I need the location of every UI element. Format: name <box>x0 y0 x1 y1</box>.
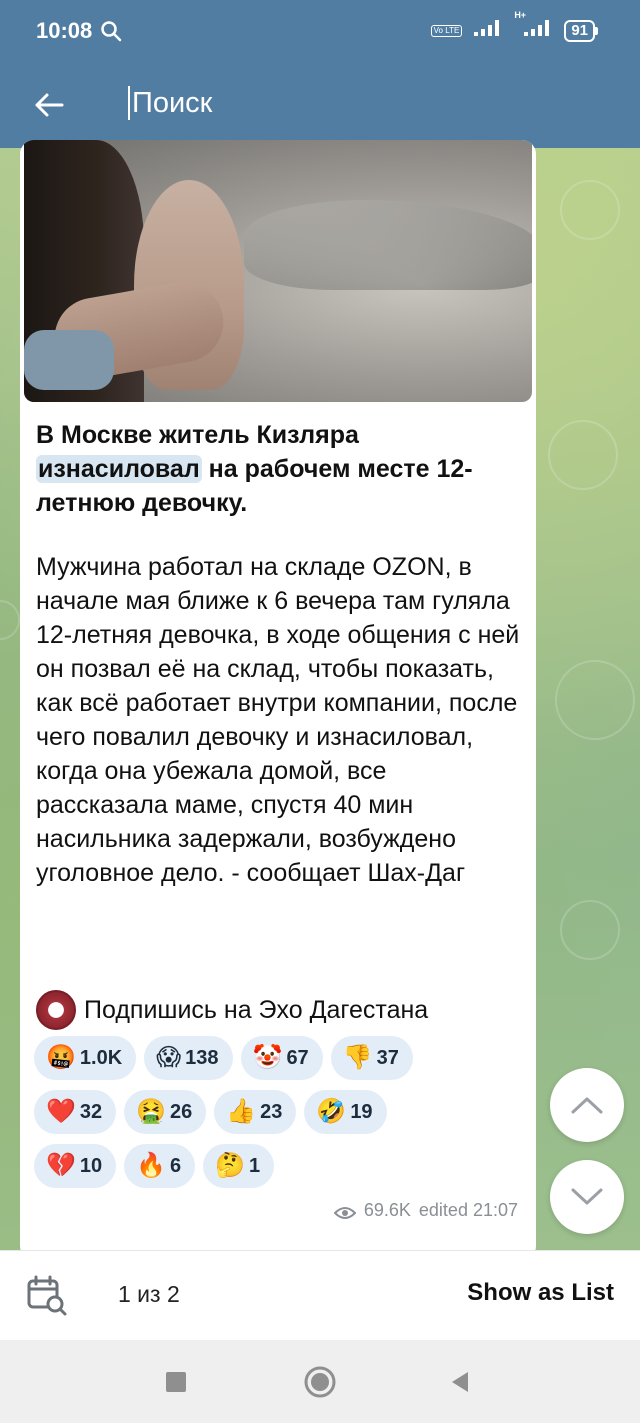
reaction-chip[interactable]: 🤮 26 <box>124 1090 207 1134</box>
message-photo[interactable] <box>24 140 532 402</box>
wallpaper-doodle <box>555 660 635 740</box>
home-button[interactable] <box>302 1364 338 1400</box>
system-navigation-bar <box>0 1340 640 1423</box>
heart-icon: ❤️ <box>46 1098 76 1125</box>
thinking-face-icon: 🤔 <box>215 1152 246 1179</box>
reaction-chip[interactable]: 👍 23 <box>214 1090 297 1134</box>
message-meta: 69.6K edited 21:07 <box>333 1200 518 1221</box>
scroll-up-button[interactable] <box>550 1068 624 1142</box>
edited-time: edited 21:07 <box>418 1200 518 1220</box>
calendar-search-icon <box>27 1275 67 1316</box>
message-body: Мужчина работал на складе OZON, в начале… <box>36 553 520 887</box>
reaction-chip[interactable]: 👎 37 <box>330 1036 413 1080</box>
battery-level: 91 <box>564 19 595 42</box>
broken-heart-icon: 💔 <box>46 1152 76 1179</box>
text-cursor <box>128 86 130 120</box>
reaction-count: 6 <box>170 1154 182 1177</box>
reaction-count: 26 <box>170 1100 193 1123</box>
subscribe-text[interactable]: Подпишись на Эхо Дагестана <box>84 996 428 1025</box>
wallpaper-doodle <box>560 180 620 240</box>
back-button[interactable] <box>24 80 74 130</box>
reaction-count: 37 <box>376 1046 399 1069</box>
scream-face-icon: 😱 <box>156 1044 182 1071</box>
rofl-face-icon: 🤣 <box>316 1098 347 1125</box>
reaction-count: 67 <box>286 1046 309 1069</box>
calendar-search-button[interactable] <box>24 1273 70 1319</box>
reaction-count: 1 <box>249 1154 261 1177</box>
reaction-chip[interactable]: ❤️ 32 <box>34 1090 117 1134</box>
search-results-bar: 1 из 2 Show as List <box>0 1250 640 1340</box>
reaction-row: 🤬 1.0K 😱 138 🤡 67 👎 37 <box>34 1036 514 1080</box>
chevron-up-icon <box>571 1097 603 1114</box>
subscribe-link[interactable]: Подпишись на Эхо Дагестана <box>36 990 428 1030</box>
home-circle-icon <box>304 1366 336 1398</box>
reaction-row: 💔 10 🔥 6 🤔 1 <box>34 1144 514 1188</box>
reaction-chip[interactable]: 💔 10 <box>34 1144 117 1188</box>
signal-icon <box>472 18 504 43</box>
triangle-back-icon <box>452 1372 468 1392</box>
reaction-count: 1.0K <box>79 1046 123 1069</box>
angry-face-icon: 🤬 <box>46 1044 76 1071</box>
wallpaper-doodle <box>560 900 620 960</box>
reaction-chip[interactable]: 🤔 1 <box>203 1144 275 1188</box>
reaction-chip[interactable]: 🤬 1.0K <box>34 1036 137 1080</box>
reactions: 🤬 1.0K 😱 138 🤡 67 👎 37 ❤️ 32 🤮 26 👍 23 🤣 19 💔 10 … <box>34 1036 514 1198</box>
battery-icon: 91 <box>564 19 598 42</box>
reaction-chip[interactable]: 🤣 19 <box>304 1090 387 1134</box>
reaction-chip[interactable]: 🔥 6 <box>124 1144 196 1188</box>
search-input[interactable] <box>128 80 588 126</box>
wallpaper-doodle <box>548 420 618 490</box>
recent-apps-button[interactable] <box>158 1364 194 1400</box>
reaction-count: 138 <box>185 1046 219 1069</box>
fire-icon: 🔥 <box>136 1152 167 1179</box>
system-back-button[interactable] <box>442 1364 478 1400</box>
status-time: 10:08 <box>36 18 93 43</box>
reaction-count: 10 <box>79 1154 103 1177</box>
show-as-list-button[interactable]: Show as List <box>467 1279 614 1307</box>
message-title: В Москве житель Кизляра изнасиловал на р… <box>36 418 516 520</box>
signal-hplus-icon: H+ <box>514 10 554 43</box>
reaction-chip[interactable]: 🤡 67 <box>240 1036 323 1080</box>
reaction-count: 23 <box>260 1100 283 1123</box>
reaction-chip[interactable]: 😱 138 <box>144 1036 233 1080</box>
channel-logo-icon <box>36 990 76 1030</box>
reaction-row: ❤️ 32 🤮 26 👍 23 🤣 19 <box>34 1090 514 1134</box>
square-icon <box>166 1372 186 1392</box>
search-field[interactable] <box>128 80 588 126</box>
arrow-left-icon <box>35 93 64 117</box>
view-count: 69.6K <box>363 1200 411 1220</box>
search-header <box>0 62 640 148</box>
search-icon <box>100 20 122 47</box>
results-counter: 1 из 2 <box>118 1281 180 1307</box>
volte-icon: Vo LTE <box>430 24 463 37</box>
message-bubble[interactable]: В Москве житель Кизляра изнасиловал на р… <box>20 140 536 1260</box>
reaction-count: 32 <box>79 1100 103 1123</box>
title-text-start: В Москве житель Кизляра <box>36 421 359 449</box>
status-bar: 10:08 Vo LTE H+ 91 <box>0 0 640 62</box>
status-indicators: Vo LTE H+ 91 <box>430 10 598 43</box>
reaction-count: 19 <box>350 1100 373 1123</box>
scroll-down-button[interactable] <box>550 1160 624 1234</box>
chevron-down-icon <box>571 1188 603 1205</box>
thumbs-up-icon: 👍 <box>226 1098 257 1125</box>
hplus-label: H+ <box>514 10 527 20</box>
wallpaper-doodle <box>0 600 20 640</box>
eye-icon <box>333 1204 357 1219</box>
clown-face-icon: 🤡 <box>252 1044 283 1071</box>
thumbs-down-icon: 👎 <box>342 1044 373 1071</box>
vomit-face-icon: 🤮 <box>136 1098 167 1125</box>
search-match-highlight: изнасиловал <box>36 455 202 483</box>
